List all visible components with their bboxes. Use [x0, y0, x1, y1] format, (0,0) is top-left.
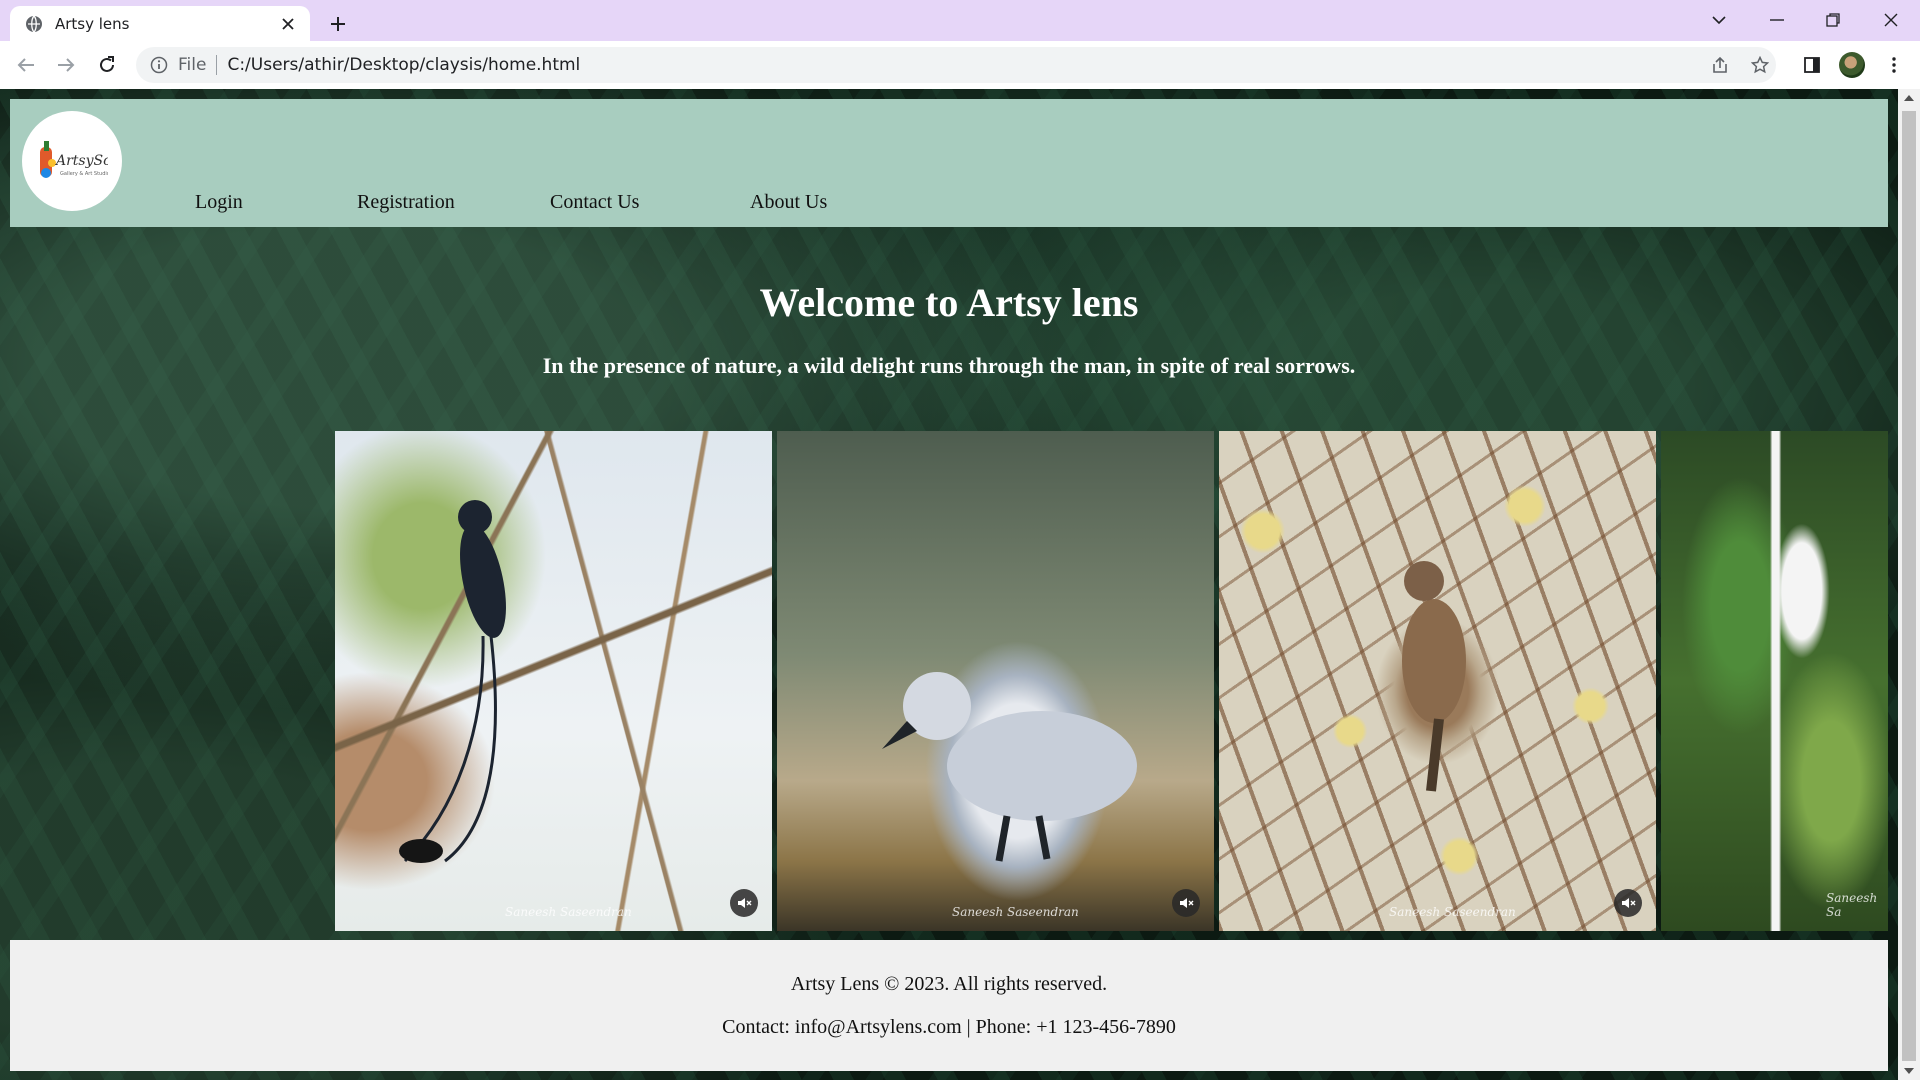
- scrollbar-thumb[interactable]: [1902, 111, 1916, 1061]
- photo-credit: Saneesh Saseendran: [1389, 905, 1516, 919]
- gallery-video-cygnet[interactable]: Saneesh Saseendran: [777, 431, 1214, 931]
- photo-credit: Saneesh Saseendran: [952, 905, 1079, 919]
- url-text[interactable]: C:/Users/athir/Desktop/claysis/home.html: [227, 55, 580, 75]
- minimize-icon[interactable]: [1760, 4, 1794, 36]
- bookmark-star-icon[interactable]: [1744, 47, 1776, 83]
- address-bar[interactable]: File C:/Users/athir/Desktop/claysis/home…: [136, 47, 1776, 83]
- close-tab-icon[interactable]: [274, 10, 302, 38]
- page-viewport: ArtsySoul Gallery & Art Studio Login Reg…: [0, 89, 1898, 1080]
- forward-arrow-icon[interactable]: [50, 49, 82, 81]
- browser-toolbar: File C:/Users/athir/Desktop/claysis/home…: [0, 41, 1920, 89]
- url-separator: [216, 55, 218, 75]
- gallery-video-sparrow[interactable]: Saneesh Saseendran: [1219, 431, 1656, 931]
- scroll-down-icon[interactable]: [1904, 1068, 1914, 1074]
- tab-title: Artsy lens: [55, 14, 130, 33]
- sparrow-graphic: [1402, 561, 1466, 792]
- artsy-soul-logo-icon: ArtsySoul Gallery & Art Studio: [40, 141, 108, 178]
- nav-link-about-us[interactable]: About Us: [750, 191, 827, 214]
- hero-title: Welcome to Artsy lens: [759, 280, 1139, 325]
- photo-credit: Saneesh Sa: [1826, 891, 1878, 919]
- svg-text:ArtsySoul: ArtsySoul: [54, 153, 108, 169]
- site-footer: Artsy Lens © 2023. All rights reserved. …: [10, 940, 1888, 1071]
- url-scheme: File: [178, 55, 207, 75]
- menu-kebab-icon[interactable]: [1878, 49, 1910, 81]
- page-scrollbar[interactable]: [1898, 89, 1920, 1080]
- nav-link-login[interactable]: Login: [195, 191, 243, 214]
- new-tab-button[interactable]: [324, 10, 352, 38]
- gallery-video-flycatcher[interactable]: Saneesh Sa: [1661, 431, 1888, 931]
- footer-copyright: Artsy Lens © 2023. All rights reserved.: [790, 973, 1108, 995]
- drongo-bird-graphic: [399, 500, 506, 863]
- reload-icon[interactable]: [91, 49, 123, 81]
- avatar: [1839, 52, 1865, 78]
- site-header: ArtsySoul Gallery & Art Studio Login Reg…: [10, 99, 1888, 227]
- share-icon[interactable]: [1704, 47, 1736, 83]
- muted-speaker-icon[interactable]: [730, 889, 758, 917]
- close-window-icon[interactable]: [1874, 4, 1908, 36]
- hero-subtitle: In the presence of nature, a wild deligh…: [542, 353, 1356, 378]
- svg-text:Gallery & Art Studio: Gallery & Art Studio: [60, 171, 108, 177]
- back-arrow-icon[interactable]: [10, 49, 42, 81]
- gallery-video-drongo[interactable]: Saneesh Saseendran: [335, 431, 772, 931]
- site-logo[interactable]: ArtsySoul Gallery & Art Studio: [22, 111, 122, 211]
- tab-search-icon[interactable]: [1702, 4, 1736, 36]
- video-gallery: Saneesh Saseendran Saneesh Saseendran Sa…: [335, 431, 1888, 931]
- browser-tab[interactable]: Artsy lens: [10, 6, 310, 41]
- restore-icon[interactable]: [1816, 4, 1850, 36]
- globe-icon: [25, 15, 43, 33]
- nav-link-contact-us[interactable]: Contact Us: [550, 191, 639, 214]
- side-panel-icon[interactable]: [1796, 49, 1828, 81]
- muted-speaker-icon[interactable]: [1172, 889, 1200, 917]
- scroll-up-icon[interactable]: [1904, 95, 1914, 101]
- browser-tab-strip: Artsy lens: [0, 0, 1920, 41]
- muted-speaker-icon[interactable]: [1614, 889, 1642, 917]
- profile-avatar[interactable]: [1836, 49, 1868, 81]
- info-icon[interactable]: [150, 56, 168, 74]
- photo-credit: Saneesh Saseendran: [505, 905, 632, 919]
- nav-link-registration[interactable]: Registration: [357, 191, 455, 214]
- cygnet-graphic: [882, 672, 1137, 862]
- footer-contact: Contact: info@Artsylens.com | Phone: +1 …: [722, 1016, 1176, 1038]
